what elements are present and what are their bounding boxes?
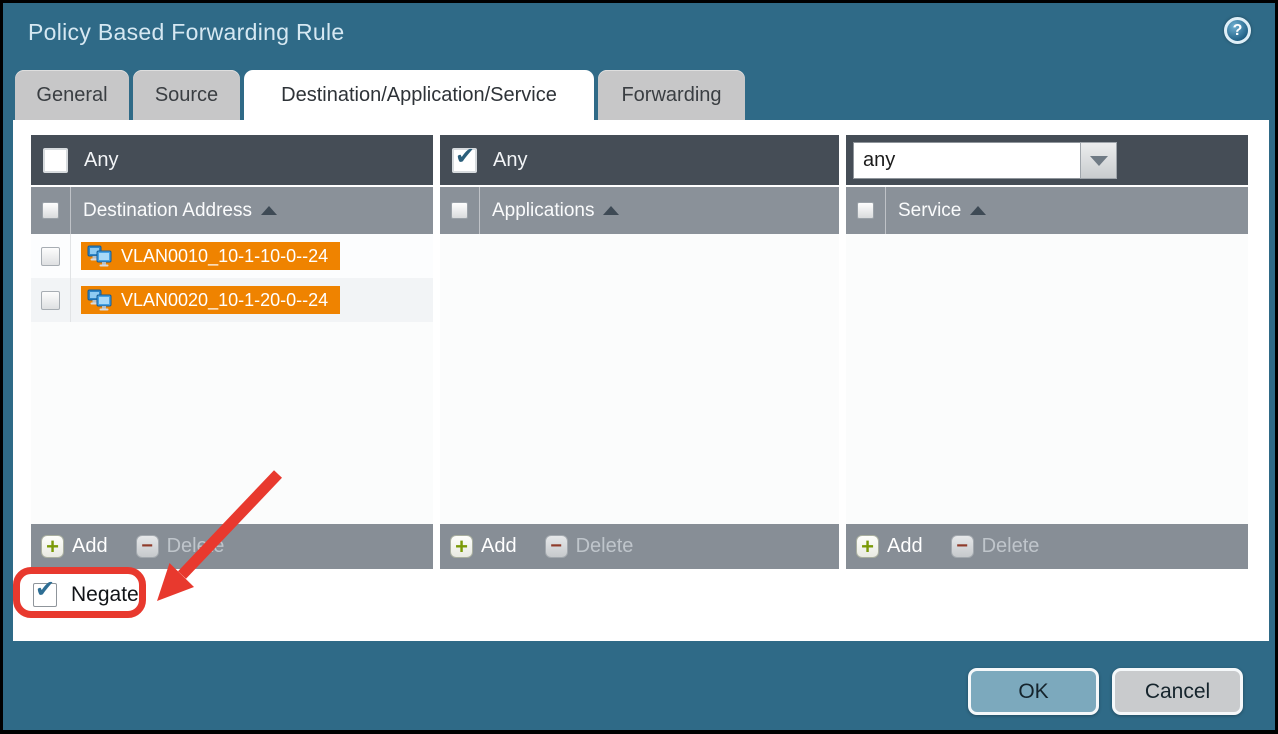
service-select-all-checkbox[interactable] xyxy=(857,202,874,219)
table-row: VLAN0010_10-1-10-0--24 xyxy=(31,234,433,278)
applications-any-bar: ✔ Any xyxy=(440,135,839,185)
tab-forwarding[interactable]: Forwarding xyxy=(598,70,745,120)
applications-add-button[interactable]: + Add xyxy=(450,535,517,558)
address-object-label: VLAN0010_10-1-10-0--24 xyxy=(121,246,328,267)
address-object-vlan0010[interactable]: VLAN0010_10-1-10-0--24 xyxy=(81,242,340,270)
service-header-row[interactable]: Service xyxy=(846,187,1248,234)
service-header-label: Service xyxy=(898,200,961,222)
service-dropdown-bar xyxy=(846,135,1248,185)
destination-address-header-label: Destination Address xyxy=(83,200,252,222)
minus-icon: − xyxy=(545,535,568,558)
dialog-background: Policy Based Forwarding Rule ? General S… xyxy=(3,3,1275,730)
tab-general[interactable]: General xyxy=(15,70,129,120)
destination-any-checkbox[interactable] xyxy=(43,148,68,173)
service-footer-bar: + Add − Delete xyxy=(846,524,1248,569)
destination-delete-button[interactable]: − Delete xyxy=(136,535,225,558)
negate-label: Negate xyxy=(71,583,139,607)
plus-icon: + xyxy=(856,535,879,558)
applications-select-all-checkbox[interactable] xyxy=(451,202,468,219)
negate-row: ✔ Negate xyxy=(33,583,139,607)
applications-footer-bar: + Add − Delete xyxy=(440,524,839,569)
sort-ascending-icon xyxy=(261,206,277,215)
service-delete-button[interactable]: − Delete xyxy=(951,535,1040,558)
destination-address-list: VLAN0010_10-1-10-0--24 xyxy=(31,234,433,524)
row-checkbox[interactable] xyxy=(41,247,60,266)
sort-ascending-icon xyxy=(970,206,986,215)
service-dropdown xyxy=(853,142,1117,179)
service-dropdown-button[interactable] xyxy=(1080,142,1117,179)
table-row: VLAN0020_10-1-20-0--24 xyxy=(31,278,433,322)
service-dropdown-input[interactable] xyxy=(853,142,1080,179)
row-checkbox[interactable] xyxy=(41,291,60,310)
network-address-icon xyxy=(87,289,113,311)
cancel-button[interactable]: Cancel xyxy=(1112,668,1243,715)
minus-icon: − xyxy=(951,535,974,558)
destination-select-all-checkbox[interactable] xyxy=(42,202,59,219)
minus-icon: − xyxy=(136,535,159,558)
applications-column: ✔ Any Applications + Add − Delete xyxy=(440,135,839,569)
tab-destination-application-service[interactable]: Destination/Application/Service xyxy=(244,70,594,121)
help-icon[interactable]: ? xyxy=(1224,17,1251,44)
applications-any-checkbox[interactable]: ✔ xyxy=(452,148,477,173)
destination-footer-bar: + Add − Delete xyxy=(31,524,433,569)
destination-address-header-row[interactable]: Destination Address xyxy=(31,187,433,234)
sort-ascending-icon xyxy=(603,206,619,215)
applications-delete-button[interactable]: − Delete xyxy=(545,535,634,558)
tab-bar: General Source Destination/Application/S… xyxy=(15,70,745,121)
destination-add-button[interactable]: + Add xyxy=(41,535,108,558)
address-object-label: VLAN0020_10-1-20-0--24 xyxy=(121,290,328,311)
chevron-down-icon xyxy=(1090,156,1108,166)
service-column: Service + Add − Delete xyxy=(846,135,1248,569)
negate-checkbox[interactable]: ✔ xyxy=(33,583,57,607)
applications-any-label: Any xyxy=(493,149,527,172)
network-address-icon xyxy=(87,245,113,267)
destination-any-bar: Any xyxy=(31,135,433,185)
applications-header-row[interactable]: Applications xyxy=(440,187,839,234)
address-object-vlan0020[interactable]: VLAN0020_10-1-20-0--24 xyxy=(81,286,340,314)
applications-list xyxy=(440,234,839,524)
destination-any-label: Any xyxy=(84,149,118,172)
service-add-button[interactable]: + Add xyxy=(856,535,923,558)
service-list xyxy=(846,234,1248,524)
ok-button[interactable]: OK xyxy=(968,668,1099,715)
plus-icon: + xyxy=(41,535,64,558)
destination-address-column: Any Destination Address xyxy=(31,135,433,569)
plus-icon: + xyxy=(450,535,473,558)
tab-source[interactable]: Source xyxy=(133,70,240,120)
pbf-rule-dialog: Policy Based Forwarding Rule ? General S… xyxy=(0,0,1278,734)
applications-header-label: Applications xyxy=(492,200,594,222)
dialog-title: Policy Based Forwarding Rule xyxy=(28,19,345,46)
